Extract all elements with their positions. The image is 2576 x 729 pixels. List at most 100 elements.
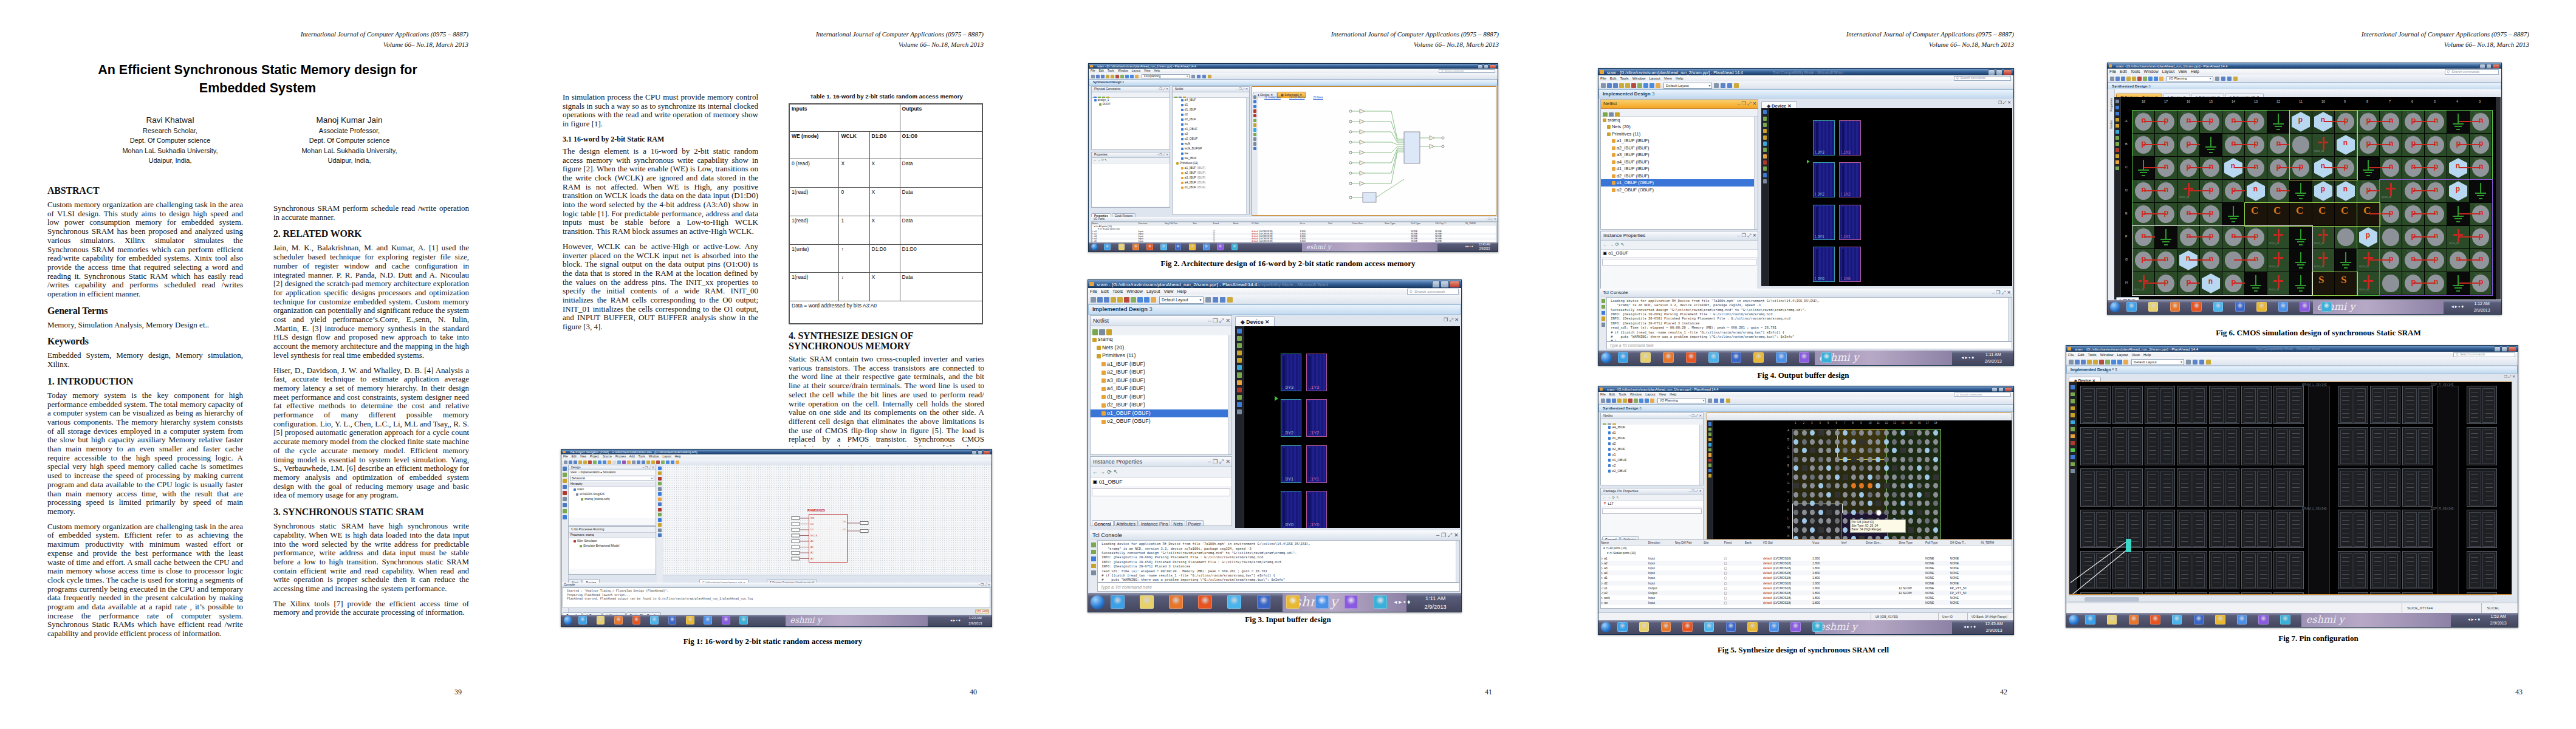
tree-item[interactable]: o1_OBUF (OBUF) (1601, 179, 1755, 187)
slice-tile[interactable] (2112, 386, 2143, 424)
package-pin[interactable] (1908, 483, 1913, 488)
package-pin[interactable] (1859, 483, 1864, 488)
slice-tile[interactable] (2402, 551, 2433, 589)
search-commands-box[interactable]: Q· Search commands (2453, 352, 2515, 357)
slice-tile[interactable] (2370, 551, 2400, 589)
toolbar-icon[interactable] (2221, 77, 2225, 81)
word[interactable] (2194, 615, 2204, 625)
menu-item[interactable]: View (2130, 352, 2142, 357)
menu-item[interactable]: Layout (1643, 392, 1657, 396)
package-pin[interactable] (1884, 492, 1889, 498)
tree-item[interactable]: a4_IBUF (IBUF) (1173, 180, 1249, 185)
slice-tile[interactable] (2467, 427, 2497, 465)
menu-item[interactable]: Layout (661, 455, 673, 458)
menu-item[interactable]: Help (2142, 352, 2153, 357)
taskbar-clock[interactable]: 1:53 AM2/9/2013 (2480, 613, 2516, 627)
xilinx-launcher[interactable] (1189, 244, 1196, 250)
package-pin[interactable] (1908, 457, 1913, 462)
chrome[interactable] (2172, 615, 2182, 625)
package-pin[interactable] (1917, 465, 1922, 471)
slice-tile[interactable] (2177, 510, 2207, 548)
chrome[interactable] (650, 616, 659, 625)
toolbar-icon[interactable] (583, 460, 587, 464)
package-pin[interactable] (1892, 465, 1897, 471)
toolbar-icon[interactable] (1125, 75, 1129, 78)
search-commands-box[interactable]: Q· Search commands (1954, 392, 2011, 397)
tree-item[interactable]: d2 (1173, 112, 1249, 117)
xilinx-launcher[interactable] (2256, 302, 2267, 312)
package-pin[interactable] (1900, 465, 1905, 471)
tray-icons[interactable]: ◂ ▸ ▪ ♦ (1964, 624, 1976, 629)
device-tool-icon[interactable] (1763, 148, 1767, 152)
toolbar-icon[interactable] (574, 460, 577, 464)
slice-tile[interactable] (2080, 386, 2111, 424)
toolbar-icon[interactable] (646, 460, 650, 464)
toolbar-icon[interactable] (1115, 75, 1119, 78)
package-pin[interactable] (1917, 439, 1922, 445)
package-tool-icon[interactable] (1708, 433, 1712, 436)
package-pin[interactable] (1802, 465, 1807, 471)
maximize-button[interactable] (2486, 64, 2492, 69)
toolbar-icon[interactable] (2154, 77, 2158, 81)
toolbar-icon[interactable] (2081, 360, 2086, 364)
ip-input[interactable] (1602, 259, 1756, 265)
device-tool-icon[interactable] (2071, 462, 2075, 467)
package-pin[interactable] (1859, 457, 1864, 462)
menu-item[interactable]: Help (1668, 392, 1678, 396)
menu-item[interactable]: File (2108, 69, 2118, 74)
toolbar-icon[interactable] (569, 460, 572, 464)
maximize-button[interactable] (1440, 281, 1448, 288)
io-port-row[interactable]: ▷ weInput▢default (LVCMOS18)1.800NONENON… (1601, 600, 2012, 605)
io-col-header[interactable]: Vref (1328, 222, 1352, 225)
package-pin[interactable] (1802, 536, 1807, 539)
io-port-row[interactable]: ▷ a4Input▢default (LVCMOS18)1.800NONENON… (1601, 570, 2012, 575)
tree-item[interactable]: d2_IBUF (IBUF) (1601, 173, 1755, 180)
slice-tile[interactable] (2338, 386, 2368, 424)
device-tool-icon[interactable] (1763, 129, 1767, 133)
package-pin[interactable] (1851, 439, 1856, 445)
toolbar-icon[interactable] (2110, 77, 2114, 81)
internet-explorer[interactable] (1617, 622, 1628, 632)
slice-tile[interactable] (2402, 592, 2433, 595)
package-pin[interactable] (1875, 474, 1880, 480)
device-tool-icon[interactable] (1763, 154, 1767, 159)
taskbar-clock[interactable]: 12:45 AM2/9/2013 (1976, 620, 2012, 634)
package-pin[interactable] (1802, 527, 1807, 533)
title-bar[interactable]: sram - [G:/xilinx/ravim/sram/planAhead_r… (1598, 386, 2013, 392)
toolbar-icon[interactable] (1091, 297, 1096, 303)
core-generator[interactable] (1231, 244, 1238, 250)
firefox[interactable] (632, 616, 641, 625)
tcl-icon[interactable] (1601, 317, 1605, 320)
device-tool-icon[interactable] (2071, 455, 2075, 459)
package-pin[interactable] (1917, 474, 1922, 480)
schematic-tool-icon[interactable] (658, 518, 662, 522)
help-window[interactable] (1203, 244, 1210, 250)
toolbar-icon[interactable] (1227, 297, 1233, 303)
package-pin[interactable] (1826, 492, 1831, 498)
package-pin[interactable] (1875, 465, 1880, 471)
package-pin[interactable] (1868, 501, 1872, 506)
package-pin[interactable] (1875, 536, 1880, 539)
toolbar-icon[interactable] (1202, 75, 1206, 78)
package-pin[interactable] (1835, 527, 1840, 533)
tree-item[interactable]: a1_IBUF (IBUF) (1173, 166, 1249, 171)
device-tool-icon[interactable] (1237, 343, 1242, 348)
package-pin[interactable] (1917, 527, 1922, 533)
package-pin[interactable] (1802, 501, 1807, 506)
package-pin[interactable] (1826, 518, 1831, 524)
taskbar-clock[interactable]: 12:43 AM2/9/2013 (1473, 242, 1496, 252)
device-tool-icon[interactable] (1237, 380, 1242, 385)
media-player[interactable] (1169, 595, 1182, 609)
tree-item[interactable]: d1_IBUF (1173, 108, 1249, 112)
menu-item[interactable]: View (1162, 289, 1175, 294)
tree-item[interactable]: sramq (1091, 335, 1228, 344)
toolbar-icon[interactable] (666, 460, 670, 464)
package-pin[interactable] (1835, 465, 1840, 471)
canvas-tool-icon[interactable] (2115, 154, 2119, 158)
slice-tile[interactable] (2209, 468, 2239, 507)
schematic-strip-icon[interactable] (1253, 119, 1257, 123)
canvas-tool-icon[interactable] (2115, 160, 2119, 164)
menu-item[interactable]: Project (588, 455, 601, 458)
canvas-scrollbar[interactable] (2496, 97, 2501, 299)
panel-buttons[interactable]: – ❐ ⤢ ✕ (1236, 87, 1248, 92)
